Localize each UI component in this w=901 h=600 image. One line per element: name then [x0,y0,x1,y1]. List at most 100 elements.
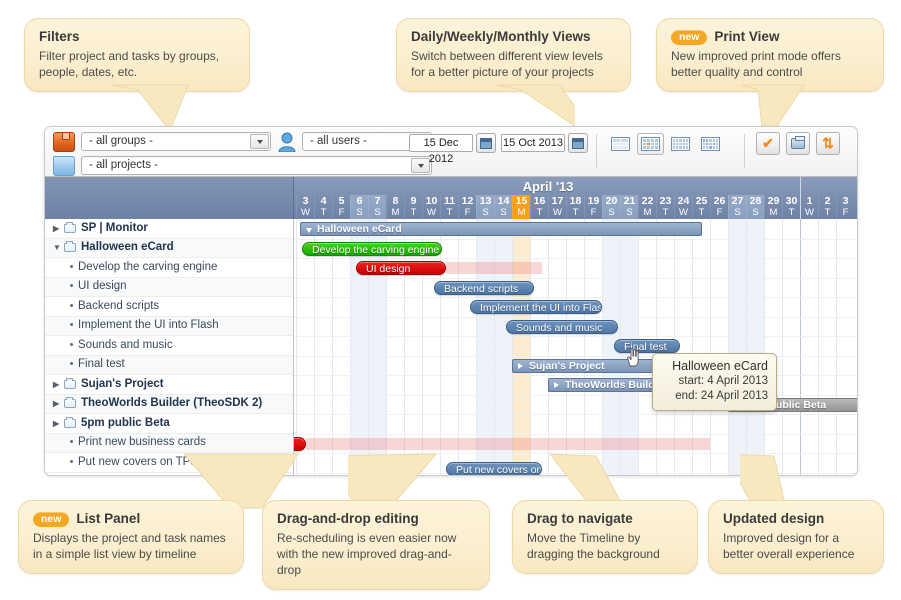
folder-icon [64,243,76,253]
day-column-24[interactable]: 24 W [674,195,692,219]
list-item-task[interactable]: • Backend scripts [45,297,293,317]
project-bar[interactable]: Halloween eCard [300,222,702,236]
chevron-right-icon[interactable]: ▶ [53,375,64,394]
day-column-12[interactable]: 12 F [458,195,476,219]
chevron-right-icon[interactable]: ▶ [53,414,64,433]
task-bar[interactable]: Final test [614,339,680,353]
day-column-23[interactable]: 23 T [656,195,674,219]
list-panel[interactable]: ▶ SP | Monitor ▼ Halloween eCard • Develop th… [45,219,294,475]
list-item-task[interactable]: • Print new business cards [45,433,293,453]
task-bar[interactable]: Implement the UI into Flash [470,300,602,314]
gantt-chart[interactable]: Halloween eCard Develop the carving engin… [294,219,857,475]
list-item-task[interactable]: • Implement the UI into Flash [45,316,293,336]
day-column-1[interactable]: 1W [800,195,818,219]
calendar-icon-from[interactable] [476,133,496,153]
calendar-icon-to[interactable] [568,133,588,153]
day-column-15[interactable]: 15 M [512,195,530,219]
day-column-13[interactable]: 13 S [476,195,494,219]
task-bar-ghost [306,437,710,450]
user-icon [278,132,296,152]
chevron-right-icon[interactable] [554,382,559,388]
refresh-icon-button[interactable]: ⇅ [816,132,840,155]
project-filter-select[interactable]: - all projects - [81,156,432,175]
printer-icon-button[interactable] [786,132,810,155]
callout-filters: Filters Filter project and tasks by grou… [24,18,250,92]
day-column-21[interactable]: 21 S [620,195,638,219]
chevron-right-icon[interactable] [518,362,523,369]
check-icon-button[interactable]: ✔ [756,132,780,155]
day-number: 2 [824,195,831,207]
day-weekday: F [842,207,849,218]
tooltip-end: end: 24 April 2013 [675,390,768,402]
day-column-14[interactable]: 14 S [494,195,512,219]
list-item-project[interactable]: ▶ Sujan's Project [45,375,293,395]
day-column-29[interactable]: 29 M [764,195,782,219]
day-column-18[interactable]: 18 T [566,195,584,219]
view-button-week[interactable] [667,133,694,155]
day-column-5[interactable]: 5F [332,195,350,219]
day-column-11[interactable]: 11 T [440,195,458,219]
day-weekday: T [662,207,669,218]
day-number: 22 [641,195,654,207]
day-column-22[interactable]: 22 M [638,195,656,219]
callout-filters-body: Filter project and tasks by groups, peop… [39,49,220,79]
list-item-project[interactable]: ▶ 5pm public Beta [45,414,293,434]
day-number: 21 [623,195,636,207]
day-column-19[interactable]: 19 F [584,195,602,219]
chevron-right-icon[interactable]: ▶ [53,395,64,414]
task-bar[interactable] [294,436,306,451]
project-filter-value: - all projects - [89,159,159,171]
date-to-input[interactable]: 15 Oct 2013 [501,134,565,152]
row-separator [294,433,857,435]
task-bar[interactable]: Backend scripts [434,280,534,295]
list-item-task[interactable]: • Develop the carving engine [45,258,293,278]
chevron-right-icon[interactable]: ▶ [53,219,64,238]
day-column-25[interactable]: 25 T [692,195,710,219]
day-column-9[interactable]: 9T [404,195,422,219]
timeline-body: ▶ SP | Monitor ▼ Halloween eCard • Develop th… [45,219,857,475]
new-badge-print: new [671,29,708,45]
day-column-7[interactable]: 7S [368,195,386,219]
callout-list-title-text: List Panel [76,511,141,526]
day-column-17[interactable]: 17 W [548,195,566,219]
view-button-month[interactable] [697,133,724,155]
toolbar: - all groups - - all users - - all proje… [45,127,857,177]
day-column-20[interactable]: 20 S [602,195,620,219]
day-column-3[interactable]: 3F [836,195,854,219]
day-weekday: M [517,207,526,218]
day-column-16[interactable]: 16 T [530,195,548,219]
day-column-30[interactable]: 30 T [782,195,800,219]
chevron-down-icon[interactable] [411,158,430,173]
day-column-26[interactable]: 26 F [710,195,728,219]
chevron-down-icon[interactable] [306,228,312,233]
day-column-8[interactable]: 8M [386,195,404,219]
group-filter-select[interactable]: - all groups - [81,132,271,151]
day-column-27[interactable]: 27 S [728,195,746,219]
task-bar[interactable]: UI design [356,261,446,275]
list-item-task[interactable]: • UI design [45,277,293,297]
day-column-10[interactable]: 10 W [422,195,440,219]
callout-navigate-title-text: Drag to navigate [527,511,633,526]
timeline-header-right[interactable]: April '13 3 W 4 T 5 F 6 S 7 S 8 M 9 T 10 W 11 T 12 F 13 S 14 S 1… [294,177,857,219]
view-button-day[interactable] [637,133,664,155]
date-from-input[interactable]: 15 Dec 2012 [409,134,473,165]
day-column-2[interactable]: 2T [818,195,836,219]
day-number: 14 [497,195,510,207]
chevron-down-icon[interactable]: ▼ [53,239,64,258]
list-item-task[interactable]: • Final test [45,355,293,375]
day-column-6[interactable]: 6S [350,195,368,219]
list-item-project[interactable]: ▶ TheoWorlds Builder (TheoSDK 2) [45,394,293,414]
chevron-down-icon[interactable] [250,134,269,149]
list-item-project[interactable]: ▼ Halloween eCard [45,238,293,258]
day-column-4[interactable]: 4T [314,195,332,219]
task-bar[interactable]: Sounds and music [506,319,618,334]
list-item-project[interactable]: ▶ SP | Monitor [45,219,293,239]
day-number: 15 [515,195,528,207]
day-column-3[interactable]: 3W [296,195,314,219]
day-weekday: S [626,207,633,218]
day-number: 7 [374,195,381,207]
day-column-28[interactable]: 28 S [746,195,764,219]
task-bar[interactable]: Develop the carving engine [302,241,442,256]
list-item-task[interactable]: • Sounds and music [45,336,293,356]
view-button-list[interactable] [607,133,634,155]
